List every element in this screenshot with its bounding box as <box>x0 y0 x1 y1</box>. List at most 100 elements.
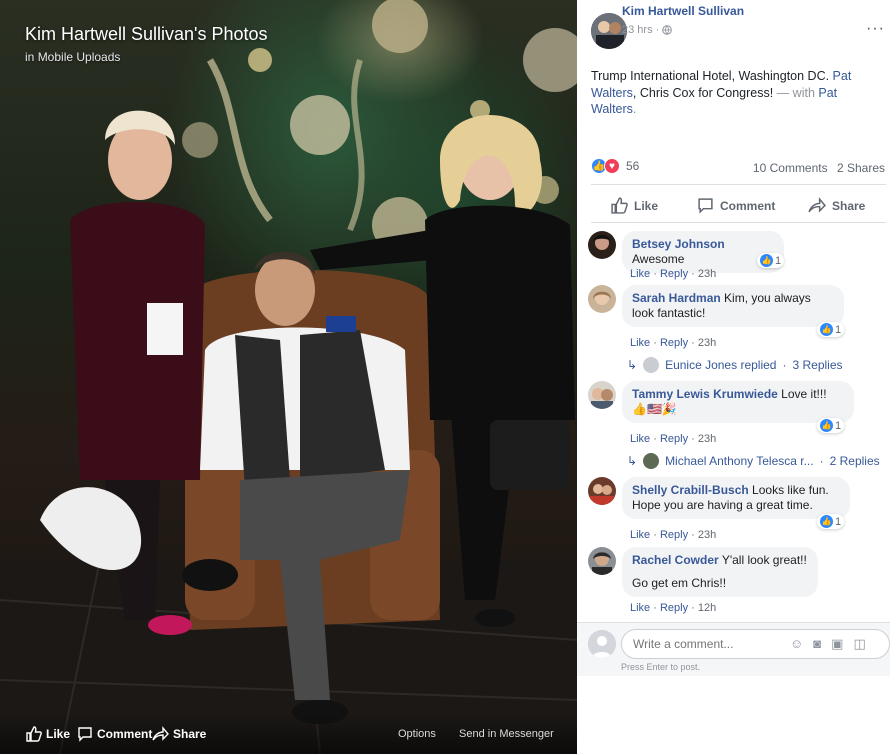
commenter-name[interactable]: Rachel Cowder <box>632 553 719 567</box>
divider <box>591 222 886 223</box>
commenter-name[interactable]: Shelly Crabill-Busch <box>632 483 749 497</box>
replier-avatar <box>643 453 660 469</box>
post-timestamp[interactable]: 23 hrs · <box>622 24 673 36</box>
post-time-text: 23 hrs <box>622 24 653 36</box>
like-reaction-icon: 👍 <box>760 254 773 267</box>
photo-options-link[interactable]: Options <box>398 728 436 740</box>
post-text-mid: , Chris Cox for Congress! <box>632 85 774 100</box>
reply-arrow-icon: ↳ <box>627 358 638 372</box>
comment-text-line2: Go get em Chris!! <box>632 576 727 590</box>
engagement-counts: 10 Comments 2 Shares <box>747 161 885 175</box>
photo-album-title[interactable]: Kim Hartwell Sullivan's Photos <box>25 22 268 46</box>
comment-meta: Like · Reply · 23h <box>630 529 717 541</box>
commenter-avatar[interactable] <box>588 381 616 409</box>
post-like-button[interactable]: Like <box>611 197 658 214</box>
photo-header: Kim Hartwell Sullivan's Photos in Mobile… <box>25 22 268 64</box>
share-icon <box>152 726 169 741</box>
post-with-label: — with <box>773 85 819 100</box>
comment-reply-link[interactable]: Reply <box>660 337 688 349</box>
commenter-name[interactable]: Betsey Johnson <box>632 237 725 251</box>
replies-preview-text: Eunice Jones replied <box>665 358 777 372</box>
comment-time[interactable]: 23h <box>698 433 716 445</box>
comment-bubble: Shelly Crabill-Busch Looks like fun. Hop… <box>622 477 850 519</box>
album-link[interactable]: Mobile Uploads <box>38 50 121 64</box>
reaction-summary[interactable]: 👍 ♥ 56 <box>591 158 639 174</box>
commenter-avatar[interactable] <box>588 547 616 575</box>
comment-text: Awesome <box>632 252 685 266</box>
comments-count-link[interactable]: 10 Comments <box>753 161 828 175</box>
commenter-avatar[interactable] <box>588 231 616 259</box>
comment-reaction-count: 1 <box>835 323 842 336</box>
photo-like-label: Like <box>46 727 71 741</box>
comment-reply-link[interactable]: Reply <box>660 268 688 280</box>
post-sidebar: Kim Hartwell Sullivan 23 hrs · ··· Trump… <box>577 0 890 754</box>
emoji-icon[interactable]: ☺ <box>790 636 803 652</box>
photo-comment-button[interactable]: Comment <box>77 726 152 742</box>
comment-time[interactable]: 23h <box>698 529 716 541</box>
comment-meta: Like · Reply · 23h <box>630 433 717 445</box>
comment-text: Y'all look great!! <box>721 553 807 567</box>
like-reaction-icon: 👍 <box>820 419 833 432</box>
photo-scene <box>0 0 577 754</box>
more-options-icon[interactable]: ··· <box>866 20 885 38</box>
comment-time[interactable]: 23h <box>698 337 716 349</box>
default-avatar-icon <box>588 630 616 658</box>
commenter-avatar[interactable] <box>588 285 616 313</box>
comment-like-link[interactable]: Like <box>630 337 650 349</box>
comment-time[interactable]: 23h <box>698 268 716 280</box>
post-like-label: Like <box>634 198 659 213</box>
commenter-name[interactable]: Tammy Lewis Krumwiede <box>632 387 778 401</box>
replies-preview[interactable]: ↳ Eunice Jones replied · 3 Replies <box>627 357 843 373</box>
like-reaction-icon: 👍 <box>820 323 833 336</box>
comment-like-link[interactable]: Like <box>630 433 650 445</box>
comment-reaction-badge[interactable]: 👍 1 <box>817 514 845 529</box>
commenter-avatar[interactable] <box>588 477 616 505</box>
comment-meta: Like · Reply · 12h <box>630 602 717 614</box>
comments-list: Betsey Johnson Awesome 👍 1 Like · Reply … <box>577 224 890 622</box>
comment-reaction-badge[interactable]: 👍 1 <box>817 322 845 337</box>
photo-comment-label: Comment <box>97 727 153 741</box>
comment-reply-link[interactable]: Reply <box>660 433 688 445</box>
shares-count-link[interactable]: 2 Shares <box>837 161 885 175</box>
avatar-image <box>588 547 616 575</box>
post-action-bar: Like Comment Share <box>577 190 890 220</box>
comment-like-link[interactable]: Like <box>630 268 650 280</box>
comment-like-link[interactable]: Like <box>630 529 650 541</box>
photo-like-button[interactable]: Like <box>26 726 70 742</box>
avatar-image <box>588 381 616 409</box>
comment-like-link[interactable]: Like <box>630 602 650 614</box>
gif-icon[interactable]: ▣ <box>831 636 843 652</box>
globe-icon <box>662 25 673 35</box>
post-text-end: . <box>632 102 637 116</box>
commenter-name[interactable]: Sarah Hardman <box>632 291 721 305</box>
photo-share-label: Share <box>173 727 207 741</box>
avatar-image <box>588 285 616 313</box>
like-reaction-icon: 👍 <box>820 515 833 528</box>
comment-time[interactable]: 12h <box>698 602 716 614</box>
photo[interactable] <box>0 0 577 754</box>
camera-icon[interactable]: ◙ <box>813 636 821 652</box>
post-comment-button[interactable]: Comment <box>697 197 775 214</box>
replies-preview-text: Michael Anthony Telesca r... <box>665 454 814 468</box>
post-share-button[interactable]: Share <box>808 197 865 214</box>
share-icon <box>808 197 826 213</box>
comment-reaction-count: 1 <box>775 254 782 267</box>
photo-viewer[interactable]: Kim Hartwell Sullivan's Photos in Mobile… <box>0 0 577 754</box>
post-text-intro: Trump International Hotel, Washington DC… <box>591 69 833 83</box>
comment-bubble: Rachel Cowder Y'all look great!! Go get … <box>622 547 818 597</box>
sticker-icon[interactable]: ◫ <box>853 636 865 652</box>
post-author-name[interactable]: Kim Hartwell Sullivan <box>622 4 744 18</box>
comment-reaction-badge[interactable]: 👍 1 <box>817 418 845 433</box>
post-comment-label: Comment <box>720 198 776 213</box>
comment-icon <box>698 198 713 214</box>
send-in-messenger-link[interactable]: Send in Messenger <box>459 728 554 740</box>
photo-share-button[interactable]: Share <box>152 726 206 742</box>
comment-reaction-badge[interactable]: 👍 1 <box>757 253 785 268</box>
comment-reply-link[interactable]: Reply <box>660 602 688 614</box>
photo-album-subtitle: in Mobile Uploads <box>25 50 268 64</box>
replies-preview[interactable]: ↳ Michael Anthony Telesca r... · 2 Repli… <box>627 453 880 469</box>
comment-reply-link[interactable]: Reply <box>660 529 688 541</box>
replier-avatar <box>643 357 660 373</box>
comment-reaction-count: 1 <box>835 515 842 528</box>
subtitle-prefix: in <box>25 50 35 64</box>
